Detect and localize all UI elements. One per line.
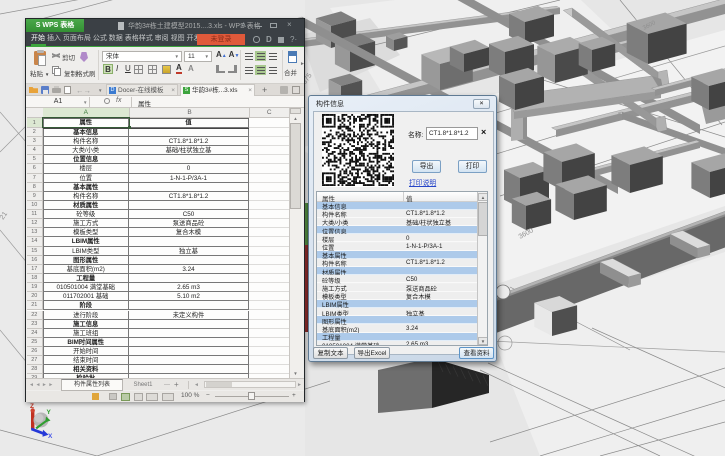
svg-text:X: X	[48, 433, 53, 440]
svg-text:Y: Y	[47, 409, 52, 416]
